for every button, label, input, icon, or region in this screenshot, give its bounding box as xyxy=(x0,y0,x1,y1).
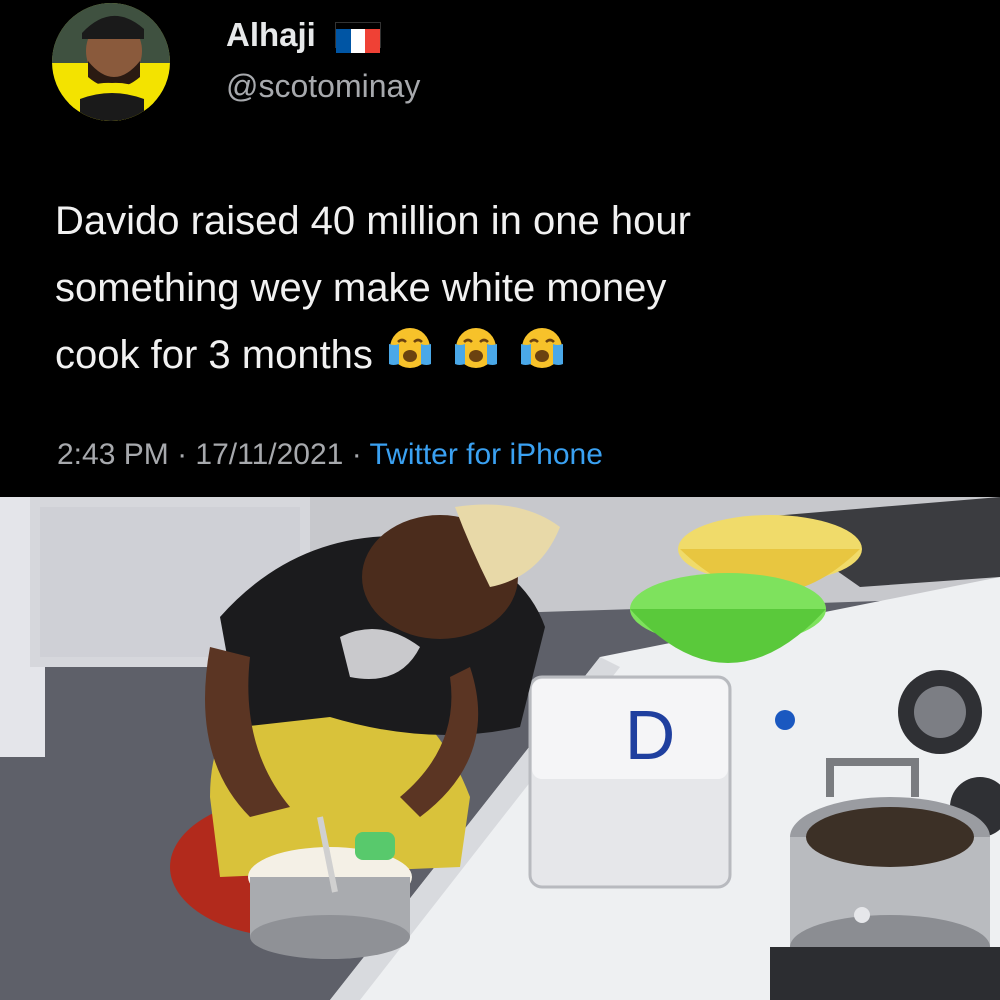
tweet-text-line-3: cook for 3 months xyxy=(55,333,373,377)
loudly-crying-face-icon xyxy=(513,324,571,391)
tweet-text-line: Davido raised 40 million in one hour xyxy=(55,199,691,243)
meta-separator: · xyxy=(177,438,188,471)
tweet-text: Davido raised 40 million in one hour som… xyxy=(55,188,1000,391)
loudly-crying-face-icon xyxy=(381,324,439,391)
france-flag-icon xyxy=(335,22,382,54)
emoji-group xyxy=(373,327,571,377)
tweet-meta: 2:43 PM · 17/11/2021 · Twitter for iPhon… xyxy=(57,438,603,472)
display-name[interactable]: Alhaji xyxy=(226,16,382,54)
user-handle[interactable]: @scotominay xyxy=(226,68,420,105)
meta-separator: · xyxy=(351,438,362,471)
kitchen-photo: D xyxy=(0,497,1000,1000)
avatar-image xyxy=(52,3,170,121)
tweet-text-line: something wey make white money xyxy=(55,266,667,310)
loudly-crying-face-icon xyxy=(447,324,505,391)
tweet-date[interactable]: 17/11/2021 xyxy=(195,438,343,471)
tweet-time[interactable]: 2:43 PM xyxy=(57,438,169,471)
tweet-text-line: cook for 3 months xyxy=(55,322,1000,391)
display-name-text: Alhaji xyxy=(226,16,316,53)
profile-avatar[interactable] xyxy=(52,3,170,121)
tweet-card: Alhaji @scotominay Davido raised 40 mill… xyxy=(0,0,1000,497)
attached-photo[interactable]: D xyxy=(0,497,1000,1000)
tweet-source-link[interactable]: Twitter for iPhone xyxy=(369,438,602,471)
container-label: D xyxy=(625,696,676,774)
